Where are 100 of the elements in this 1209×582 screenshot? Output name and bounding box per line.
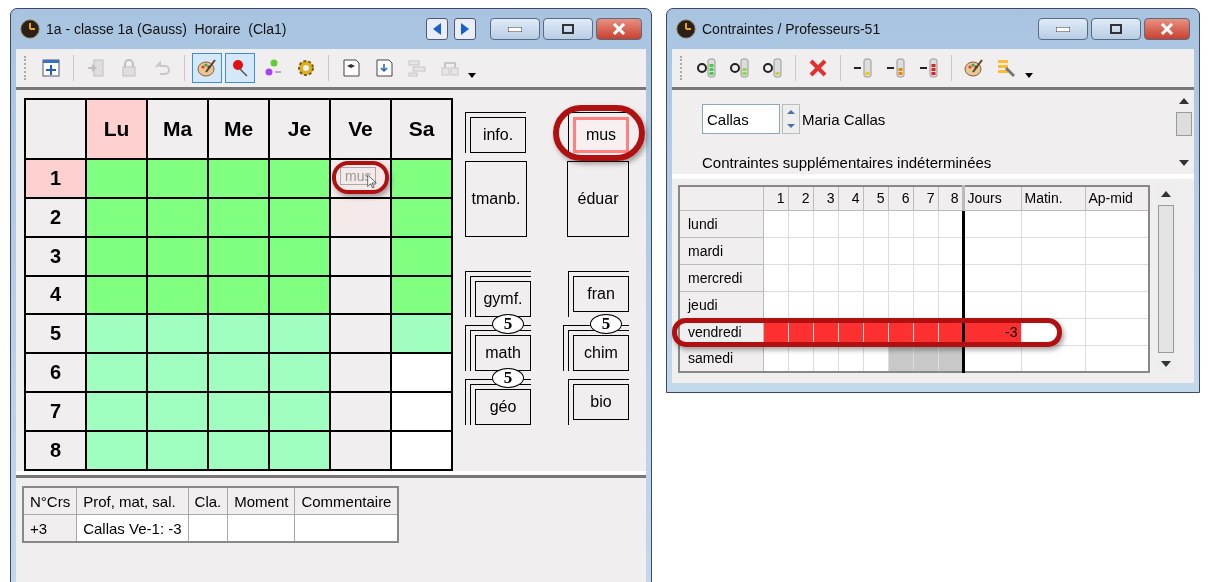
- timetable-cell[interactable]: [269, 353, 330, 393]
- day-header[interactable]: Me: [208, 99, 269, 159]
- minimize-button[interactable]: [490, 18, 540, 40]
- constraint-cell[interactable]: [1021, 291, 1085, 318]
- timetable-cell[interactable]: [391, 392, 452, 432]
- period-header[interactable]: 7: [25, 392, 86, 432]
- next-button[interactable]: [454, 18, 476, 40]
- timetable-cell[interactable]: [269, 431, 330, 470]
- column-header: 6: [888, 186, 913, 210]
- scroll-up-icon[interactable]: [1161, 191, 1171, 197]
- maximize-button[interactable]: [543, 18, 593, 40]
- day-header[interactable]: Je: [269, 99, 330, 159]
- constraint-cell[interactable]: [1085, 210, 1149, 237]
- toolbar-button[interactable]: [192, 53, 222, 83]
- timetable-cell[interactable]: [269, 236, 330, 276]
- timetable-cell[interactable]: [330, 392, 391, 432]
- day-header[interactable]: Ve: [330, 99, 391, 159]
- lesson-card[interactable]: fran: [573, 276, 629, 312]
- timetable-cell[interactable]: [330, 353, 391, 393]
- timetable-cell[interactable]: [86, 314, 147, 354]
- timetable-cell[interactable]: [208, 158, 269, 198]
- period-header[interactable]: 6: [25, 353, 86, 393]
- constraint-cell[interactable]: [1021, 264, 1085, 291]
- timetable-cell[interactable]: [391, 158, 452, 198]
- constraint-cell[interactable]: [1021, 345, 1085, 372]
- timetable-cell[interactable]: [86, 353, 147, 393]
- timetable-cell[interactable]: [391, 197, 452, 237]
- timetable-cell[interactable]: [269, 197, 330, 237]
- lesson-card[interactable]: info.: [470, 117, 526, 153]
- timetable-cell[interactable]: [391, 314, 452, 354]
- timetable-cell[interactable]: [86, 431, 147, 470]
- timetable-cell[interactable]: [330, 275, 391, 315]
- timetable-cell[interactable]: [147, 275, 208, 315]
- timetable-cell[interactable]: [208, 392, 269, 432]
- period-header[interactable]: 3: [25, 236, 86, 276]
- timetable-cell[interactable]: [269, 392, 330, 432]
- period-header[interactable]: 1: [25, 158, 86, 198]
- scrollbar-thumb[interactable]: [1158, 205, 1174, 353]
- scroll-down-icon[interactable]: [1179, 160, 1189, 166]
- lesson-card[interactable]: chim: [573, 335, 629, 371]
- timetable-cell[interactable]: [330, 431, 391, 470]
- previous-button[interactable]: [426, 18, 448, 40]
- timetable-cell[interactable]: [147, 431, 208, 470]
- scroll-down-icon[interactable]: [1161, 361, 1171, 367]
- timetable-cell[interactable]: [147, 236, 208, 276]
- timetable-cell[interactable]: [330, 197, 391, 237]
- lesson-card[interactable]: gymf.: [475, 281, 531, 317]
- constraint-cell[interactable]: [1085, 264, 1149, 291]
- constraint-cell[interactable]: [1085, 291, 1149, 318]
- timetable-cell[interactable]: [391, 431, 452, 470]
- timetable-cell[interactable]: [86, 197, 147, 237]
- close-button[interactable]: [1144, 18, 1190, 40]
- constraint-cell[interactable]: [1085, 318, 1149, 345]
- timetable-cell[interactable]: [147, 197, 208, 237]
- scroll-up-icon[interactable]: [1179, 98, 1189, 104]
- timetable-cell[interactable]: [269, 314, 330, 354]
- close-button[interactable]: [596, 18, 642, 40]
- timetable-cell[interactable]: [391, 353, 452, 393]
- timetable-cell[interactable]: [208, 353, 269, 393]
- timetable-cell[interactable]: [208, 431, 269, 470]
- period-header[interactable]: 4: [25, 275, 86, 315]
- timetable-cell[interactable]: [147, 158, 208, 198]
- constraint-cell[interactable]: [1021, 237, 1085, 264]
- timetable-cell[interactable]: [86, 236, 147, 276]
- timetable-cell[interactable]: [86, 392, 147, 432]
- lesson-card[interactable]: géo: [475, 389, 531, 425]
- timetable-cell[interactable]: [208, 275, 269, 315]
- period-header[interactable]: 5: [25, 314, 86, 354]
- timetable-cell[interactable]: [208, 314, 269, 354]
- timetable-cell[interactable]: [147, 314, 208, 354]
- timetable-cell[interactable]: [147, 353, 208, 393]
- timetable-cell[interactable]: [391, 236, 452, 276]
- timetable-cell[interactable]: [86, 158, 147, 198]
- day-header[interactable]: Lu: [86, 99, 147, 159]
- timetable-cell[interactable]: [208, 236, 269, 276]
- timetable-cell[interactable]: [330, 236, 391, 276]
- timetable-cell[interactable]: [86, 275, 147, 315]
- maximize-button[interactable]: [1091, 18, 1141, 40]
- constraint-cell[interactable]: [1085, 237, 1149, 264]
- scrollbar-thumb[interactable]: [1176, 112, 1192, 136]
- timetable-cell[interactable]: [208, 197, 269, 237]
- lesson-card[interactable]: mus: [573, 117, 629, 153]
- minimize-button[interactable]: [1038, 18, 1088, 40]
- lesson-card[interactable]: bio: [573, 384, 629, 420]
- day-header[interactable]: Ma: [147, 99, 208, 159]
- spin-button[interactable]: [782, 104, 800, 134]
- timetable-cell[interactable]: [269, 275, 330, 315]
- constraint-cell[interactable]: [1085, 345, 1149, 372]
- lesson-card[interactable]: éduar: [567, 161, 629, 237]
- teacher-field[interactable]: Callas: [702, 104, 780, 134]
- day-header[interactable]: Sa: [391, 99, 452, 159]
- constraint-cell[interactable]: [1021, 210, 1085, 237]
- timetable-cell[interactable]: [391, 275, 452, 315]
- period-header[interactable]: 8: [25, 431, 86, 470]
- timetable-cell[interactable]: [147, 392, 208, 432]
- lesson-card[interactable]: tmanb.: [465, 161, 527, 237]
- timetable-cell[interactable]: [330, 314, 391, 354]
- timetable-cell[interactable]: [269, 158, 330, 198]
- period-header[interactable]: 2: [25, 197, 86, 237]
- lesson-card[interactable]: math: [475, 335, 531, 371]
